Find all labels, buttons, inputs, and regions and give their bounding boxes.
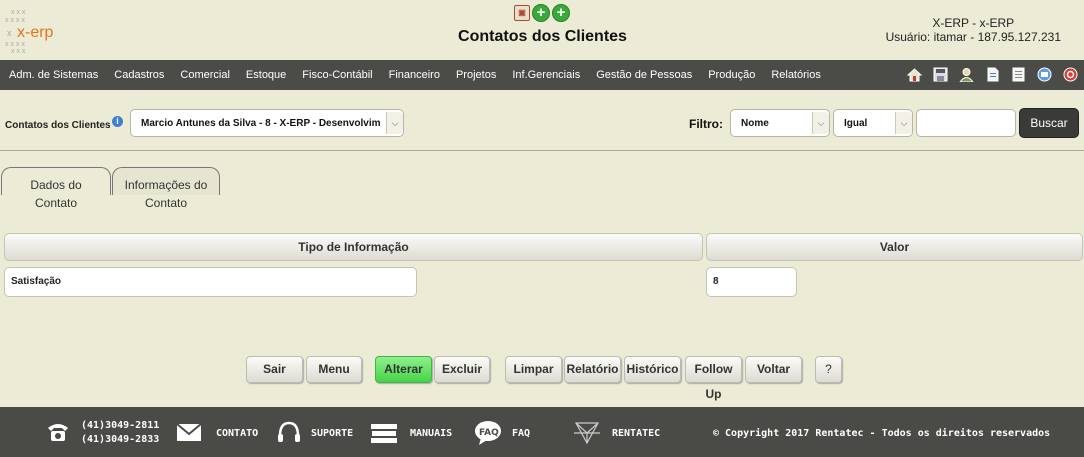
menu-projetos[interactable]: Projetos	[456, 69, 496, 81]
menu-financeiro[interactable]: Financeiro	[389, 69, 440, 81]
menu-comercial[interactable]: Comercial	[180, 69, 230, 81]
column-header-tipo: Tipo de Informação	[4, 233, 703, 261]
phone-number-1: (41)3049-2811	[81, 420, 160, 431]
filter-operator-select[interactable]: Igual ⌵	[833, 109, 913, 137]
save-icon[interactable]	[933, 66, 948, 82]
chevron-down-icon[interactable]: ⌵	[895, 112, 912, 134]
menu-inf-gerenciais[interactable]: Inf.Gerenciais	[512, 69, 580, 81]
menu-cadastros[interactable]: Cadastros	[114, 69, 164, 81]
historico-button[interactable]: Histórico	[624, 356, 681, 383]
menu-relatorios[interactable]: Relatórios	[771, 69, 821, 81]
document-icon[interactable]	[985, 66, 1000, 82]
title-actions: ▣ + +	[514, 4, 570, 22]
headset-icon[interactable]	[276, 420, 302, 451]
excluir-button[interactable]: Excluir	[434, 356, 490, 383]
menu-button[interactable]: Menu	[306, 356, 362, 383]
envelope-icon[interactable]	[176, 423, 202, 447]
menu-gestao-pessoas[interactable]: Gestão de Pessoas	[596, 69, 692, 81]
image-icon[interactable]: ▣	[514, 5, 530, 21]
user-icon[interactable]	[959, 66, 974, 82]
svg-text:x x x x: x x x x	[5, 17, 25, 24]
sair-button[interactable]: Sair	[246, 356, 303, 383]
search-input[interactable]	[916, 109, 1016, 137]
info-icon[interactable]: i	[112, 116, 123, 127]
page-title: Contatos dos Clientes	[458, 28, 627, 45]
valor-field[interactable]: 8	[706, 267, 797, 297]
suporte-link[interactable]: SUPORTE	[311, 428, 353, 439]
contato-link[interactable]: CONTATO	[216, 428, 258, 439]
svg-text:x x x: x x x	[11, 48, 26, 54]
faq-link[interactable]: FAQ	[512, 428, 530, 439]
tab-label-line2: Contato	[34, 196, 78, 210]
header: x x x x x x x x x x x x x x x x-erp ▣ + …	[0, 0, 1084, 60]
relatorio-button[interactable]: Relatório	[564, 356, 621, 383]
chevron-down-icon[interactable]: ⌵	[812, 112, 829, 134]
filter-label: Filtro:	[689, 117, 723, 131]
phone-icon	[46, 421, 70, 448]
chevron-down-icon[interactable]: ⌵	[386, 112, 403, 134]
footer: (41)3049-2811 (41)3049-2833 CONTATO SUPO…	[0, 407, 1084, 457]
follow-up-button[interactable]: Follow Up	[685, 356, 742, 401]
user-name: Usuário: itamar - 187.95.127.231	[885, 30, 1061, 44]
rentatec-link[interactable]: RENTATEC	[612, 428, 660, 439]
notes-icon[interactable]	[1011, 66, 1026, 82]
network-logo-icon[interactable]	[572, 417, 602, 452]
add-icon[interactable]: +	[532, 4, 550, 22]
tab-label-line2: Contato	[144, 196, 188, 210]
tab-dados-contato[interactable]: Dados do Contato	[1, 167, 111, 210]
filter-row: Contatos dos Clientes i Marcio Antunes d…	[0, 96, 1084, 151]
svg-text:FAQ: FAQ	[479, 428, 499, 438]
search-button[interactable]: Buscar	[1019, 108, 1079, 138]
menu-adm-sistemas[interactable]: Adm. de Sistemas	[9, 69, 98, 81]
add-new-icon[interactable]: +	[552, 4, 570, 22]
tab-informacoes-contato[interactable]: Informações do Contato	[112, 167, 220, 210]
svg-text:x-erp: x-erp	[17, 24, 54, 41]
user-info: X-ERP - x-ERP Usuário: itamar - 187.95.1…	[886, 16, 1061, 44]
limpar-button[interactable]: Limpar	[505, 356, 562, 383]
client-select[interactable]: Marcio Antunes da Silva - 8 - X-ERP - De…	[130, 109, 404, 137]
faq-icon[interactable]: FAQ	[473, 420, 503, 451]
filter-operator-value: Igual	[844, 118, 868, 129]
menu-fisco-contabil[interactable]: Fisco-Contábil	[302, 69, 372, 81]
svg-text:x: x	[7, 28, 12, 38]
filter-field-select[interactable]: Nome ⌵	[730, 109, 830, 137]
svg-text:x x x: x x x	[11, 9, 26, 16]
voltar-button[interactable]: Voltar	[745, 356, 802, 383]
mail-icon[interactable]	[1037, 66, 1052, 82]
help-button[interactable]: ?	[815, 356, 842, 383]
alterar-button[interactable]: Alterar	[375, 356, 432, 383]
x-erp-logo[interactable]: x x x x x x x x x x x x x x x x-erp	[3, 6, 63, 55]
home-icon[interactable]	[907, 66, 922, 82]
filter-field-value: Nome	[741, 118, 769, 129]
client-label: Contatos dos Clientes	[5, 120, 111, 131]
system-name: X-ERP - x-ERP	[932, 16, 1015, 30]
menu-producao[interactable]: Produção	[708, 69, 755, 81]
client-select-value: Marcio Antunes da Silva - 8 - X-ERP - De…	[141, 118, 381, 129]
tipo-informacao-field[interactable]: Satisfação	[4, 267, 417, 297]
copyright-text: © Copyright 2017 Rentatec - Todos os dir…	[713, 428, 1051, 439]
phone-number-2: (41)3049-2833	[81, 434, 160, 445]
main-menu-bar: Adm. de Sistemas Cadastros Comercial Est…	[0, 60, 1084, 90]
books-icon[interactable]	[370, 422, 398, 449]
column-header-valor: Valor	[706, 233, 1083, 261]
manuais-link[interactable]: MANUAIS	[410, 428, 452, 439]
menu-estoque[interactable]: Estoque	[246, 69, 286, 81]
svg-text:x x x x: x x x x	[5, 41, 25, 48]
tab-label-line1: Dados do	[30, 178, 82, 192]
tab-label-line1: Informações do	[124, 178, 208, 192]
exit-icon[interactable]	[1063, 66, 1078, 82]
